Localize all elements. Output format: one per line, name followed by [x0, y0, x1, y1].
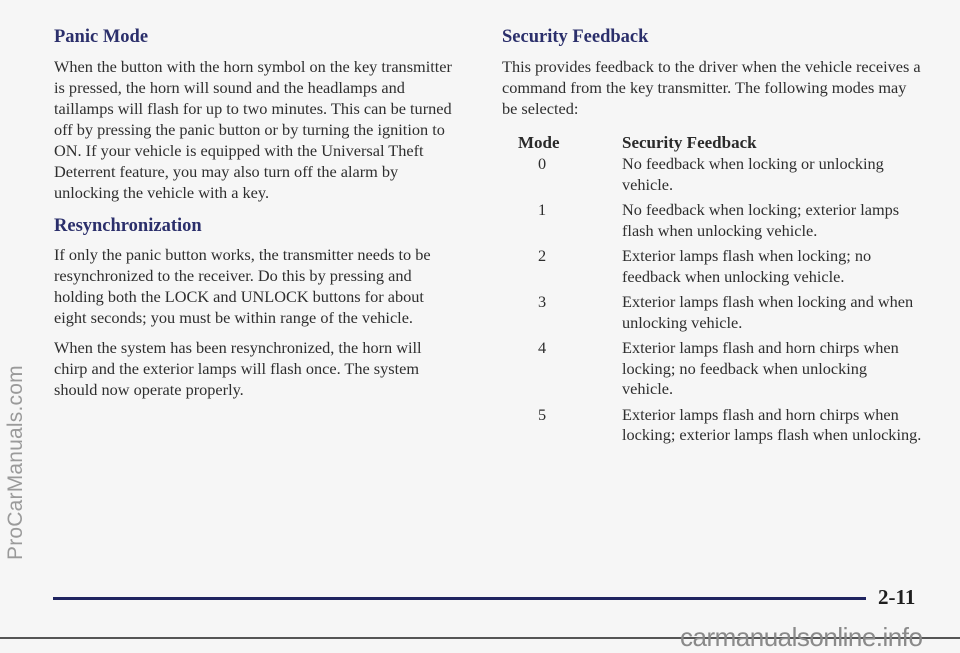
right-column: Security Feedback This provides feedback…: [502, 26, 922, 451]
mode-description: No feedback when locking; exterior lamps…: [622, 200, 900, 240]
bottom-watermark: carmanualsonline.info: [680, 622, 923, 652]
mode-number: 4: [538, 338, 547, 357]
mode-description: Exterior lamps flash and horn chirps whe…: [622, 338, 899, 398]
resynchronization-heading: Resynchronization: [54, 216, 202, 236]
page-number: 2-11: [878, 585, 916, 609]
table-row: 4 Exterior lamps flash and horn chirps w…: [502, 338, 922, 405]
table-row: 0 No feedback when locking or unlocking …: [502, 154, 922, 200]
panic-mode-heading: Panic Mode: [54, 27, 149, 47]
table-row: 1 No feedback when locking; exterior lam…: [502, 200, 922, 246]
table-row: 3 Exterior lamps flash when locking and …: [502, 292, 922, 338]
column-header-mode: Mode: [518, 133, 560, 152]
column-header-feedback: Security Feedback: [622, 133, 757, 152]
table-row: 2 Exterior lamps flash when locking; no …: [502, 246, 922, 292]
mode-number: 0: [538, 154, 547, 173]
security-feedback-intro: This provides feedback to the driver whe…: [502, 57, 921, 118]
panic-mode-paragraph: When the button with the horn symbol on …: [54, 57, 452, 202]
resync-paragraph-2: When the system has been resynchronized,…: [54, 338, 422, 399]
mode-number: 5: [538, 404, 547, 424]
mode-number: 1: [538, 200, 547, 219]
resync-paragraph-1: If only the panic button works, the tran…: [54, 245, 431, 327]
mode-description: Exterior lamps flash when locking; no fe…: [622, 246, 872, 286]
mode-table: Mode Security Feedback 0 No feedback whe…: [502, 132, 922, 451]
side-watermark: ProCarManuals.com: [4, 365, 27, 560]
footer-rule: [53, 597, 866, 600]
mode-number: 2: [538, 246, 547, 265]
security-feedback-heading: Security Feedback: [502, 27, 649, 47]
table-row: 5 Exterior lamps flash and horn chirps w…: [502, 405, 922, 451]
table-header-row: Mode Security Feedback: [502, 132, 922, 154]
left-column: Panic Mode When the button with the horn…: [54, 26, 459, 400]
mode-number: 3: [538, 292, 547, 311]
mode-description: No feedback when locking or unlocking ve…: [622, 154, 884, 194]
mode-description: Exterior lamps flash when locking and wh…: [622, 292, 914, 332]
mode-description: Exterior lamps flash and horn chirps whe…: [622, 404, 922, 445]
